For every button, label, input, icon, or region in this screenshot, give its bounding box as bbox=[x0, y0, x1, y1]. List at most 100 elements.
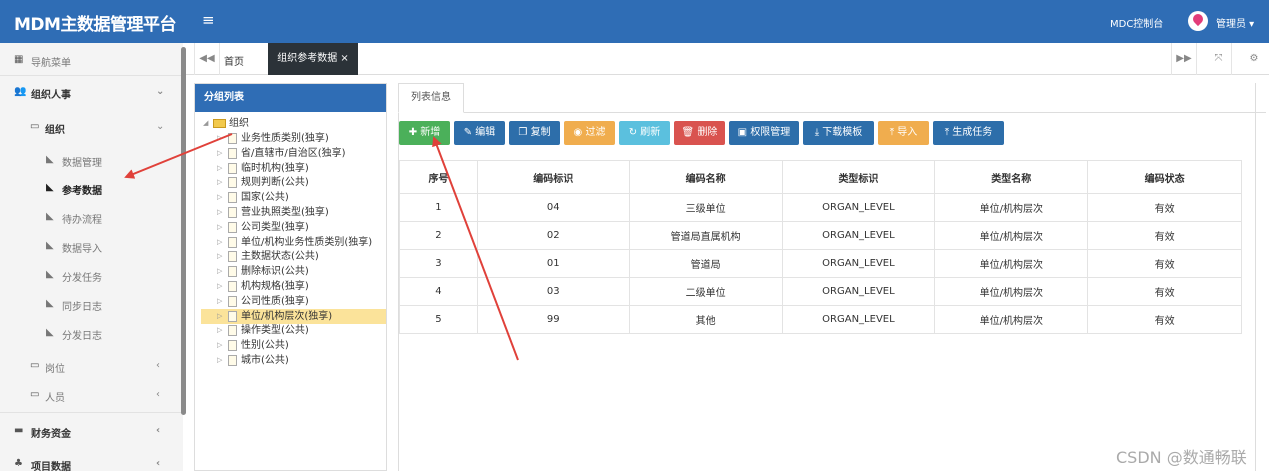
caret-right-icon: ▷ bbox=[217, 178, 223, 187]
chevron-down-icon: ⌄ bbox=[156, 121, 165, 132]
file-icon bbox=[228, 147, 237, 159]
generate-task-button[interactable]: ⤒ 生成任务 bbox=[933, 121, 1004, 145]
tag-icon: ◣ bbox=[46, 269, 54, 280]
copy-icon: ❐ bbox=[518, 127, 528, 138]
tree-item-label: 公司类型(独享) bbox=[241, 221, 309, 233]
download-template-button[interactable]: ⤓ 下载模板 bbox=[803, 121, 874, 145]
user-menu[interactable]: 管理员 ▾ bbox=[1216, 15, 1254, 30]
file-icon bbox=[228, 340, 237, 352]
eye-icon: ◉ bbox=[573, 127, 583, 138]
sidebar-scrollbar[interactable] bbox=[181, 47, 186, 415]
close-icon[interactable]: × bbox=[340, 53, 348, 64]
plus-icon: ✚ bbox=[408, 127, 418, 138]
permissions-button[interactable]: ▣ 权限管理 bbox=[729, 121, 799, 145]
refresh-button[interactable]: ↻ 刷新 bbox=[619, 121, 670, 145]
table-cell: 单位/机构层次 bbox=[934, 193, 1089, 222]
divider bbox=[398, 112, 1266, 113]
caret-right-icon: ▷ bbox=[217, 222, 223, 231]
tree-item-label: 操作类型(公共) bbox=[241, 325, 309, 337]
caret-right-icon: ▷ bbox=[217, 163, 223, 172]
tag-icon: ◣ bbox=[46, 298, 54, 309]
download-icon: ⤓ bbox=[814, 127, 820, 138]
tag-icon: ◣ bbox=[46, 154, 54, 165]
tab-home[interactable]: 首页 bbox=[224, 53, 244, 68]
table-cell: 4 bbox=[399, 277, 478, 306]
gear-icon[interactable]: ⚙ bbox=[1241, 43, 1267, 75]
tab-list-info[interactable]: 列表信息 bbox=[398, 83, 464, 113]
add-button[interactable]: ✚ 新增 bbox=[399, 121, 450, 145]
table-cell: 99 bbox=[476, 305, 630, 334]
tree-item-label: 省/直辖市/自治区(独享) bbox=[241, 147, 346, 159]
tag-icon: ◣ bbox=[46, 211, 54, 222]
tree-item-label: 临时机构(独享) bbox=[241, 162, 309, 174]
watermark: CSDN @数通畅联 bbox=[1116, 448, 1247, 467]
refresh-icon: ↻ bbox=[628, 127, 638, 138]
table-row[interactable]: 3 01 管道局 ORGAN_LEVEL 单位/机构层次 有效 bbox=[399, 249, 1242, 278]
avatar[interactable] bbox=[1188, 11, 1208, 31]
tab-active[interactable]: 组织参考数据 × bbox=[268, 43, 358, 75]
column-header[interactable]: 编码名称 bbox=[628, 160, 783, 194]
tag-icon: ◣ bbox=[46, 182, 54, 193]
tabs-scroll-left-icon[interactable]: ◀◀ bbox=[194, 43, 220, 75]
user-name: 管理员 bbox=[1216, 19, 1246, 30]
table-cell: 管道局 bbox=[628, 249, 783, 278]
chevron-left-icon: ‹ bbox=[156, 425, 161, 436]
table-cell: 有效 bbox=[1087, 221, 1242, 250]
upload-icon: ⤒ bbox=[944, 127, 950, 138]
table-cell: ORGAN_LEVEL bbox=[781, 277, 936, 306]
fullscreen-icon[interactable]: ⤧ bbox=[1206, 43, 1232, 75]
table-row[interactable]: 4 03 二级单位 ORGAN_LEVEL 单位/机构层次 有效 bbox=[399, 277, 1242, 306]
tree-item-label: 删除标识(公共) bbox=[241, 266, 309, 278]
file-icon bbox=[228, 192, 237, 204]
folder-icon: ▭ bbox=[30, 360, 40, 371]
file-icon bbox=[228, 162, 237, 174]
file-icon bbox=[228, 207, 237, 218]
edit-icon: ✎ bbox=[463, 127, 473, 138]
folder-icon: ▭ bbox=[30, 121, 40, 132]
file-icon bbox=[228, 281, 237, 292]
caret-right-icon: ▷ bbox=[217, 237, 223, 246]
tree-item[interactable]: ▷ 单位/机构层次(独享) bbox=[201, 308, 386, 324]
tree-item-label: 业务性质类别(独享) bbox=[241, 133, 329, 144]
column-header[interactable]: 类型标识 bbox=[781, 160, 936, 194]
file-icon bbox=[228, 236, 237, 248]
lock-icon: ▣ bbox=[737, 127, 748, 138]
group-panel: 分组列表 ◢ 组织 ▷ 业务性质类别(独享) ▷ 省/直辖市/自治区(独享) ▷ 临时机构… bbox=[194, 83, 387, 471]
table-cell: 有效 bbox=[1087, 249, 1242, 278]
file-icon bbox=[228, 295, 237, 307]
menu-toggle-icon[interactable]: ≡ bbox=[202, 11, 215, 29]
table-row[interactable]: 1 04 三级单位 ORGAN_LEVEL 单位/机构层次 有效 bbox=[399, 193, 1242, 222]
mdc-console-link[interactable]: MDC控制台 bbox=[1110, 15, 1163, 30]
table-row[interactable]: 2 02 管道局直属机构 ORGAN_LEVEL 单位/机构层次 有效 bbox=[399, 221, 1242, 250]
table-cell: 2 bbox=[399, 221, 478, 250]
table-cell: 1 bbox=[399, 193, 478, 222]
filter-button[interactable]: ◉ 过滤 bbox=[564, 121, 615, 145]
tree-item-label: 单位/机构层次(独享) bbox=[241, 310, 333, 322]
table-cell: 03 bbox=[476, 277, 630, 306]
tabs-scroll-right-icon[interactable]: ▶▶ bbox=[1171, 43, 1197, 75]
table-cell: 单位/机构层次 bbox=[934, 305, 1089, 334]
tag-icon: ◣ bbox=[46, 240, 54, 251]
file-icon bbox=[228, 177, 237, 189]
column-header[interactable]: 编码标识 bbox=[476, 160, 630, 194]
sidebar: ▦ 导航菜单 👥 组织人事 ⌄ ▭ 组织 ⌄ ◣ 数据管理 ◣ 参考数据 ◣ 待… bbox=[0, 43, 183, 473]
import-button[interactable]: ⤒ 导入 bbox=[878, 121, 929, 145]
caret-down-icon: ◢ bbox=[203, 119, 209, 127]
caret-right-icon: ▷ bbox=[217, 267, 223, 276]
folder-icon bbox=[213, 119, 226, 128]
caret-right-icon: ▷ bbox=[217, 252, 223, 261]
delete-button[interactable]: 🗑 删除 bbox=[674, 121, 725, 145]
copy-button[interactable]: ❐ 复制 bbox=[509, 121, 560, 145]
table-cell: 有效 bbox=[1087, 193, 1242, 222]
table-cell: 单位/机构层次 bbox=[934, 277, 1089, 306]
upload-icon: ⤒ bbox=[889, 127, 895, 138]
column-header[interactable]: 编码状态 bbox=[1087, 160, 1242, 194]
file-icon bbox=[228, 221, 237, 233]
chevron-left-icon: ‹ bbox=[156, 458, 161, 469]
column-header[interactable]: 序号 bbox=[399, 160, 478, 194]
tree-item-label: 单位/机构业务性质类别(独享) bbox=[241, 236, 373, 248]
table-header-row: 序号 编码标识 编码名称 类型标识 类型名称 编码状态 bbox=[399, 160, 1242, 194]
column-header[interactable]: 类型名称 bbox=[934, 160, 1089, 194]
table-row[interactable]: 5 99 其他 ORGAN_LEVEL 单位/机构层次 有效 bbox=[399, 305, 1242, 334]
edit-button[interactable]: ✎ 编辑 bbox=[454, 121, 505, 145]
